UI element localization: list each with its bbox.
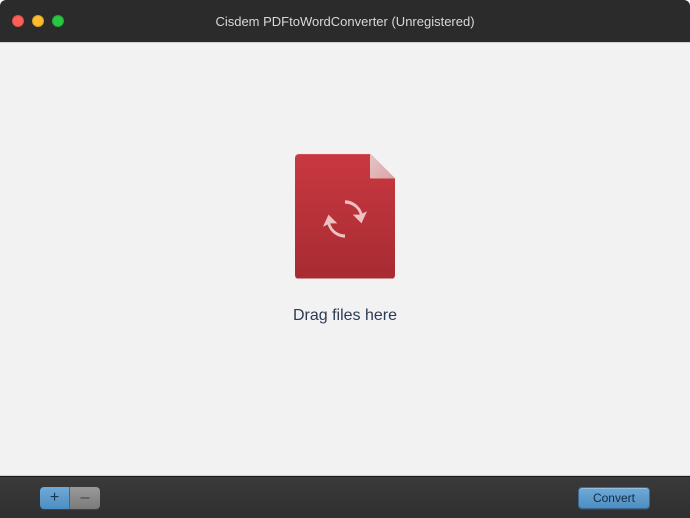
add-button[interactable]: +	[40, 487, 70, 509]
remove-button[interactable]: –	[70, 487, 100, 509]
window-title: Cisdem PDFtoWordConverter (Unregistered)	[0, 14, 690, 29]
convert-button[interactable]: Convert	[578, 487, 650, 509]
close-icon[interactable]	[12, 15, 24, 27]
document-icon	[295, 154, 395, 279]
convert-arrows-icon	[323, 197, 367, 241]
drop-zone[interactable]: Drag files here	[0, 42, 690, 476]
titlebar: Cisdem PDFtoWordConverter (Unregistered)	[0, 0, 690, 42]
minimize-icon[interactable]	[32, 15, 44, 27]
drop-hint-text: Drag files here	[293, 307, 397, 325]
window-controls	[0, 15, 64, 27]
bottom-toolbar: + – Convert	[0, 476, 690, 518]
maximize-icon[interactable]	[52, 15, 64, 27]
add-remove-group: + –	[40, 487, 100, 509]
